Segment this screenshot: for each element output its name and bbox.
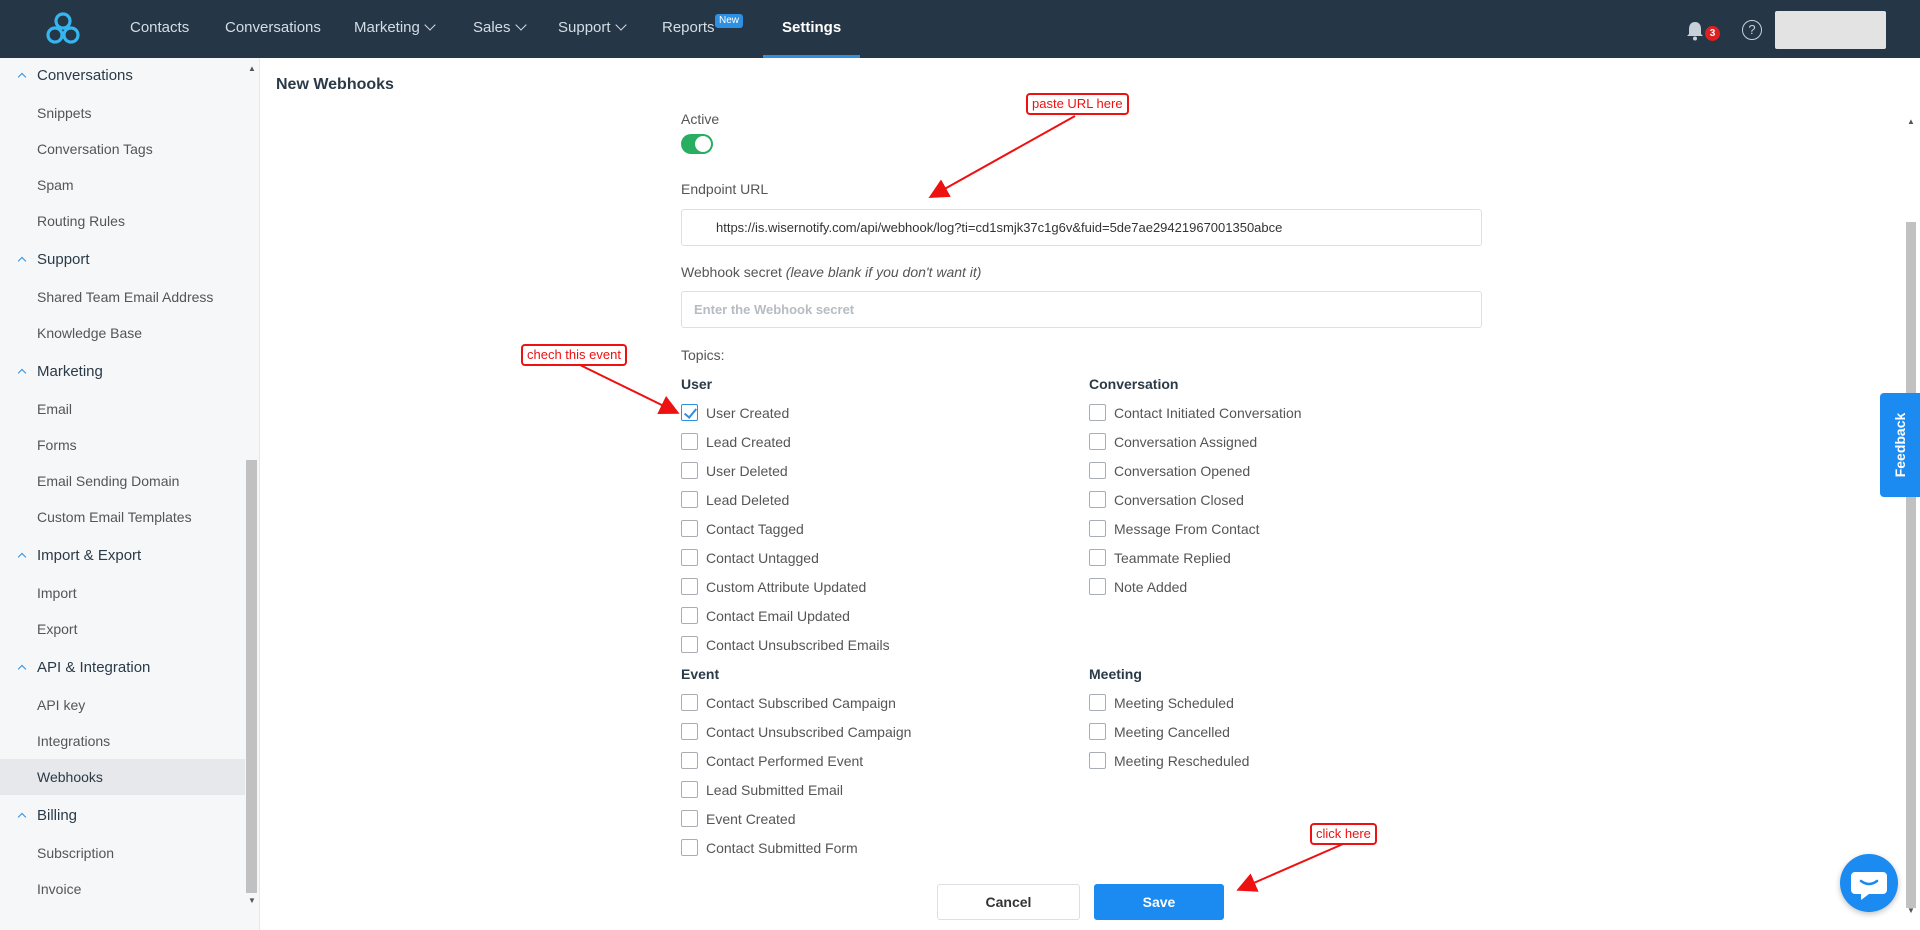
feedback-tab[interactable]: Feedback [1880, 393, 1920, 497]
chat-launcher[interactable] [1840, 854, 1898, 912]
chat-icon [1851, 872, 1887, 900]
arrow-to-user-created [577, 363, 680, 414]
annotation-arrows [577, 115, 1344, 892]
annotation-paste-url: paste URL here [1026, 93, 1129, 115]
feedback-label: Feedback [1892, 412, 1908, 478]
arrow-to-endpoint [928, 115, 1076, 198]
annotation-click-here: click here [1310, 823, 1377, 845]
arrow-to-save [1236, 843, 1344, 892]
annotation-check-event: chech this event [521, 344, 627, 366]
